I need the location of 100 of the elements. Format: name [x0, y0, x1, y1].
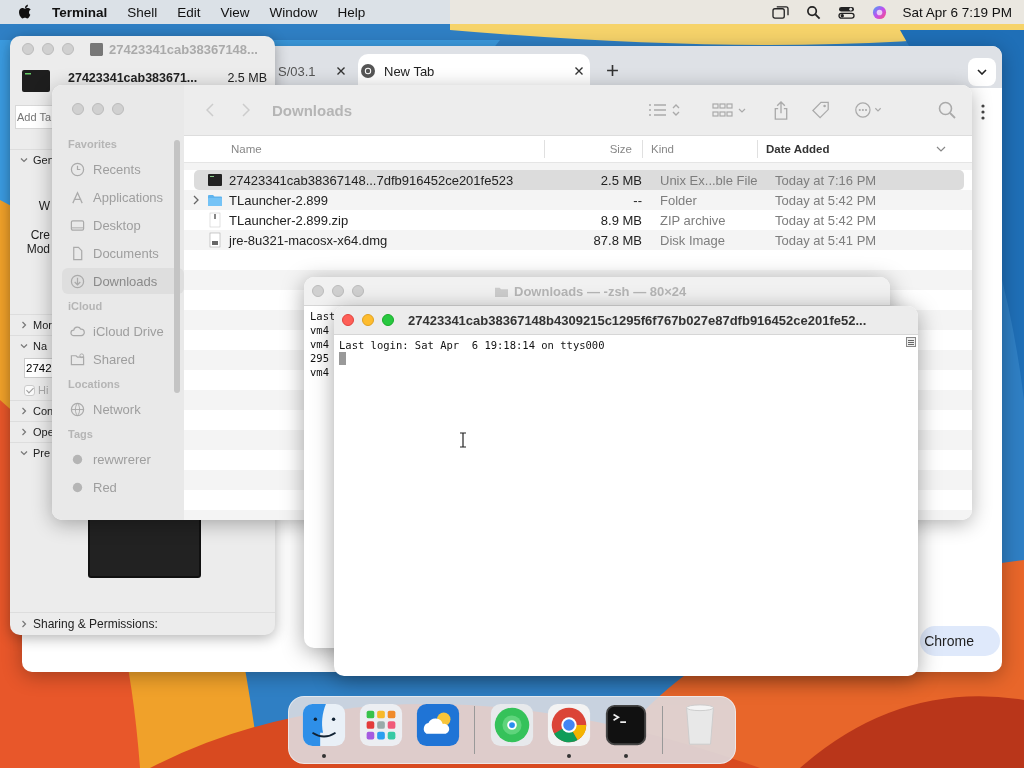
window-title: 27423341cab38367148b4309215c1295f6f767b027e87dfb916452ce201fe52...: [408, 312, 867, 328]
zoom-button[interactable]: [112, 103, 124, 115]
download-icon: [70, 273, 85, 289]
column-header[interactable]: Name: [184, 140, 544, 158]
minimize-button[interactable]: [42, 43, 54, 55]
terminal-file-icon: [207, 172, 223, 188]
file-size: 2.5 MB: [227, 72, 267, 85]
disk-image-icon: [207, 232, 223, 248]
menu-item[interactable]: Edit: [177, 4, 201, 20]
window-title: Downloads — -zsh — 80×24: [514, 283, 687, 299]
close-button[interactable]: [312, 285, 324, 297]
browser-tab[interactable]: New Tab: [358, 54, 590, 88]
desktop-icon: [70, 217, 85, 233]
date-added: Today at 5:42 PM: [775, 212, 877, 228]
terminal-line: 295: [310, 351, 329, 365]
chevron-right-icon[interactable]: [20, 321, 28, 329]
tag-icon[interactable]: [812, 100, 830, 120]
section-header[interactable]: Sharing & Permissions:: [33, 617, 158, 631]
close-icon[interactable]: [574, 66, 584, 76]
chevron-down-icon[interactable]: [20, 342, 28, 350]
toggles-icon[interactable]: [838, 4, 856, 20]
file-row[interactable]: 27423341cab38367148...7dfb916452ce201fe523 2.5 MB Unix Ex...ble File Today at 7:16 PM: [194, 170, 964, 190]
plus-icon[interactable]: [606, 64, 619, 77]
zoom-button[interactable]: [382, 314, 394, 326]
globe-icon: [70, 401, 85, 417]
siri-icon[interactable]: [871, 4, 889, 20]
section-header[interactable]: Na: [33, 340, 48, 352]
chevron-down-icon[interactable]: [20, 449, 28, 457]
close-button[interactable]: [72, 103, 84, 115]
search-icon[interactable]: [805, 4, 823, 20]
file-kind: ZIP archive: [660, 212, 726, 228]
menu-icon[interactable]: [981, 104, 985, 120]
close-button[interactable]: [342, 314, 354, 326]
column-header[interactable]: Size: [544, 140, 642, 158]
chevron-down-icon[interactable]: [20, 156, 28, 164]
file-name: 27423341cab383671...: [68, 72, 198, 85]
close-button[interactable]: [22, 43, 34, 55]
menu-item[interactable]: View: [220, 4, 250, 20]
chevron-right-icon[interactable]: [20, 428, 28, 436]
app-menu[interactable]: Terminal: [52, 4, 108, 20]
terminal-line: vm4: [310, 365, 329, 379]
terminal-line: vm4: [310, 337, 329, 351]
chevron-right-icon[interactable]: [20, 620, 28, 628]
default-browser-button[interactable]: Chrome: [920, 626, 1000, 656]
window-title: 27423341cab38367148...: [109, 41, 258, 57]
file-row[interactable]: TLauncher-2.899.zip 8.9 MB ZIP archive Today at 5:42 PM: [194, 210, 964, 230]
menu-item[interactable]: Window: [269, 4, 318, 20]
radar-icon[interactable]: [488, 702, 535, 748]
menu-item[interactable]: Help: [337, 4, 366, 20]
section-header[interactable]: Pre: [33, 447, 51, 459]
menu-item[interactable]: Shell: [127, 4, 158, 20]
browser-tab[interactable]: S/03.1: [276, 54, 352, 88]
finder-face-icon[interactable]: [300, 702, 347, 748]
windows-icon[interactable]: [772, 4, 790, 20]
cloud-icon: [70, 323, 85, 339]
file-kind: Disk Image: [660, 232, 726, 248]
tab-search-button[interactable]: [968, 58, 996, 86]
minimize-button[interactable]: [332, 285, 344, 297]
section-header[interactable]: Mor: [33, 319, 52, 331]
menu-clock[interactable]: Sat Apr 6 7:19 PM: [902, 4, 1012, 20]
name-field[interactable]: 2742: [24, 358, 52, 378]
apple-icon[interactable]: [18, 4, 32, 20]
date-added: Today at 7:16 PM: [775, 172, 877, 188]
terminal-line: Last login: Sat Apr 6 19:18:14 on ttys000: [339, 338, 605, 352]
share-icon[interactable]: [772, 100, 790, 120]
scroll-marker-icon[interactable]: [906, 337, 916, 347]
info-label: W: [38, 199, 50, 213]
file-size: 87.8 MB: [593, 232, 642, 248]
tags-field[interactable]: Add Ta: [15, 105, 52, 129]
terminal-file-icon: [22, 70, 50, 92]
applications-icon: [70, 189, 85, 205]
window-title: Downloads: [272, 101, 352, 119]
file-size: 2.5 MB: [600, 172, 642, 188]
zoom-button[interactable]: [352, 285, 364, 297]
grid-view-icon[interactable]: [712, 102, 748, 118]
zip-file-icon: [207, 212, 223, 228]
folder-icon: [207, 192, 223, 208]
app-grid-icon[interactable]: [357, 702, 404, 748]
chevron-right-icon[interactable]: [192, 195, 200, 205]
close-icon[interactable]: [336, 66, 346, 76]
list-view-icon[interactable]: [648, 102, 680, 118]
chevron-down-icon: [936, 146, 946, 152]
checkbox[interactable]: [24, 384, 35, 396]
chrome-icon[interactable]: [545, 702, 592, 748]
date-added: Today at 5:42 PM: [775, 192, 877, 208]
file-name: jre-8u321-macosx-x64.dmg: [229, 232, 388, 248]
terminal-line: vm4: [310, 323, 329, 337]
zoom-button[interactable]: [62, 43, 74, 55]
minimize-button[interactable]: [92, 103, 104, 115]
minimize-button[interactable]: [362, 314, 374, 326]
date-added: Today at 5:41 PM: [775, 232, 877, 248]
cloud-sun-icon[interactable]: [414, 702, 461, 748]
chrome-logo-icon: [360, 63, 376, 79]
info-label: Cre: [30, 228, 50, 242]
chevron-right-icon[interactable]: [20, 407, 28, 415]
scrollbar[interactable]: [174, 140, 180, 393]
file-size: --: [633, 192, 642, 208]
file-name: TLauncher-2.899.zip: [229, 212, 349, 228]
i-beam-cursor-icon: [459, 432, 467, 448]
section-header[interactable]: Con: [33, 405, 54, 417]
